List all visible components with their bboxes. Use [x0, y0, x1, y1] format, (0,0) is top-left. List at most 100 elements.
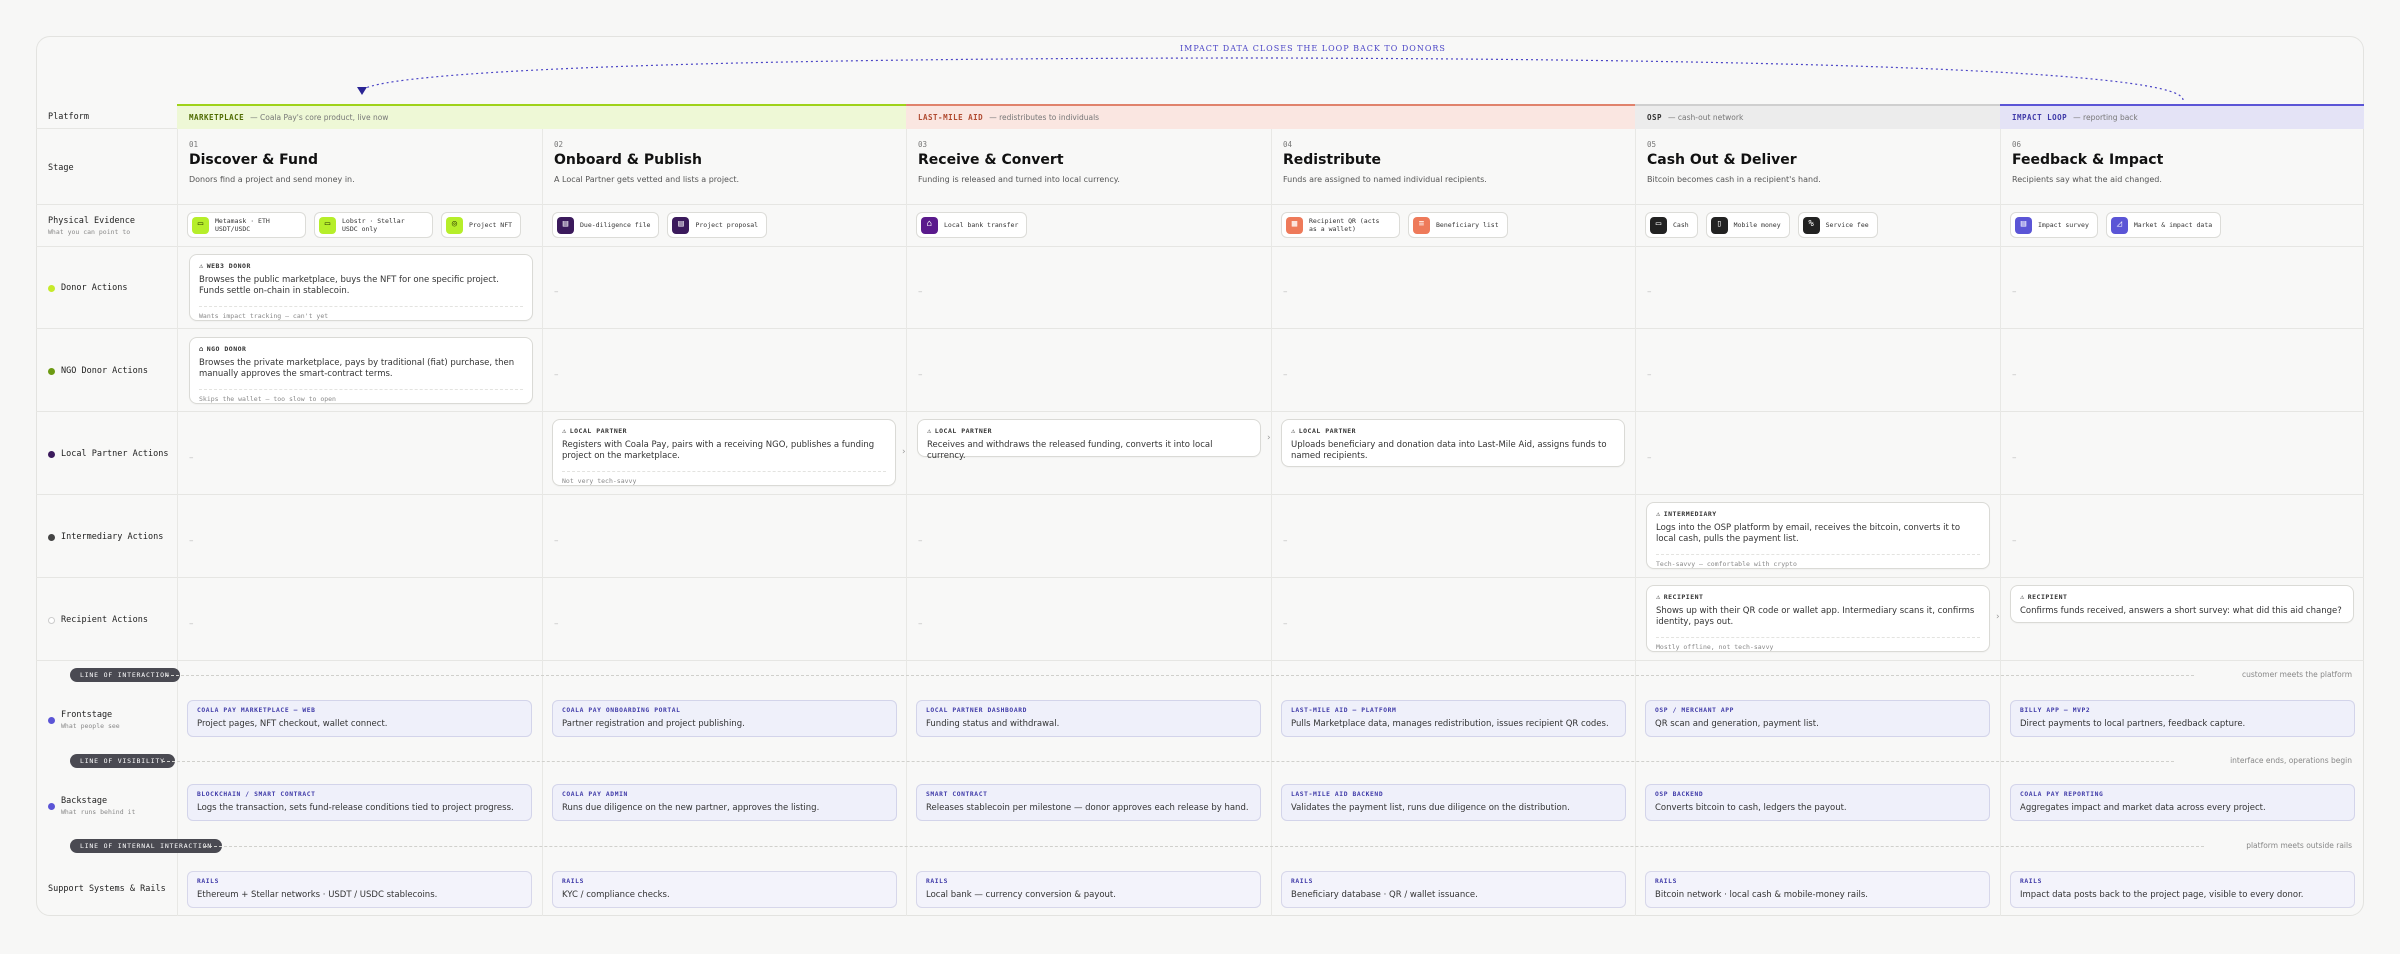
- card-local-partner-onboard[interactable]: ⚠ LOCAL PARTNER Registers with Coala Pay,…: [552, 419, 896, 486]
- evidence-label: Beneficiary list: [1436, 220, 1499, 229]
- empty-cell-marker: –: [554, 370, 559, 380]
- stage-title: Redistribute: [1283, 152, 1381, 168]
- support-card[interactable]: RAILS Bitcoin network · local cash & mobi…: [1645, 871, 1990, 908]
- person-icon: ⚠: [1291, 427, 1296, 435]
- empty-cell-marker: –: [1647, 370, 1652, 380]
- frontstage-card[interactable]: BILLY APP — MVP2 Direct payments to local…: [2010, 700, 2355, 737]
- card-intermediary[interactable]: ⚠ INTERMEDIARY Logs into the OSP platform…: [1646, 502, 1990, 569]
- evidence-chip[interactable]: ▤ Project proposal: [667, 212, 768, 238]
- line-of-internal-interaction: LINE OF INTERNAL INTERACTION platform me…: [36, 839, 2364, 855]
- backstage-card[interactable]: COALA PAY ADMIN Runs due diligence on the…: [552, 784, 897, 821]
- backstage-card[interactable]: BLOCKCHAIN / SMART CONTRACT Logs the tran…: [187, 784, 532, 821]
- evidence-label: Due-diligence file: [580, 220, 651, 229]
- row-label-frontstage: Frontstage What people see: [48, 710, 120, 730]
- platform-band-last-mile-aid: LAST-MILE AID — redistributes to individu…: [906, 104, 1635, 129]
- evidence-chip[interactable]: ◿ Market & impact data: [2105, 212, 2222, 238]
- empty-cell-marker: –: [1283, 619, 1288, 629]
- card-recipient-feedback[interactable]: ⚠ RECIPIENT Confirms funds received, answ…: [2010, 585, 2354, 623]
- row-label-donor: Donor Actions: [48, 283, 128, 293]
- evidence-chip[interactable]: ▤ Due-diligence file: [552, 212, 660, 238]
- backstage-card[interactable]: COALA PAY REPORTING Aggregates impact and…: [2010, 784, 2355, 821]
- stage-number: 04: [1283, 140, 1293, 149]
- frontstage-card[interactable]: COALA PAY ONBOARDING PORTAL Partner regis…: [552, 700, 897, 737]
- evidence-chip[interactable]: % Service fee: [1797, 212, 1878, 238]
- empty-cell-marker: –: [554, 619, 559, 629]
- evidence-chip[interactable]: ▭ Lobstr · Stellar USDC only: [314, 212, 433, 238]
- frontstage-card[interactable]: COALA PAY MARKETPLACE — WEB Project pages…: [187, 700, 532, 737]
- support-card[interactable]: RAILS Beneficiary database · QR / wallet …: [1281, 871, 1626, 908]
- evidence-chip[interactable]: ⌂ Local bank transfer: [916, 212, 1028, 238]
- stage-description: Donors find a project and send money in.: [189, 175, 355, 184]
- row-label-support: Support Systems & Rails: [48, 884, 166, 894]
- evidence-row: ▦ Recipient QR (acts as a wallet) ≡ Benefic…: [1281, 212, 1508, 238]
- stage-title: Receive & Convert: [918, 152, 1064, 168]
- line-of-internal-interaction-pill: LINE OF INTERNAL INTERACTION: [70, 839, 222, 853]
- system-body: Logs the transaction, sets fund-release …: [197, 803, 514, 813]
- phone-icon: ▯: [1710, 216, 1728, 234]
- stage-number: 03: [918, 140, 928, 149]
- system-heading: LOCAL PARTNER DASHBOARD: [926, 707, 1027, 714]
- system-heading: LAST-MILE AID — PLATFORM: [1291, 707, 1397, 714]
- card-ngo-donor[interactable]: ⌂ NGO DONOR Browses the private marketpla…: [189, 337, 533, 404]
- evidence-label: Mobile money: [1733, 220, 1781, 229]
- stage-title: Feedback & Impact: [2012, 152, 2164, 168]
- evidence-chip[interactable]: ▦ Recipient QR (acts as a wallet): [1281, 212, 1400, 238]
- backstage-card[interactable]: OSP BACKEND Converts bitcoin to cash, led…: [1645, 784, 1990, 821]
- cash-icon: ▭: [1650, 216, 1667, 234]
- grid-line: [36, 246, 2364, 247]
- system-heading: COALA PAY ADMIN: [562, 791, 628, 798]
- system-heading: COALA PAY REPORTING: [2020, 791, 2104, 798]
- evidence-chip[interactable]: ▭ Cash: [1645, 212, 1698, 238]
- support-card[interactable]: RAILS Impact data posts back to the proje…: [2010, 871, 2355, 908]
- backstage-card[interactable]: LAST-MILE AID BACKEND Validates the payme…: [1281, 784, 1626, 821]
- evidence-chip[interactable]: ▯ Mobile money: [1705, 212, 1790, 238]
- empty-cell-marker: –: [2012, 536, 2017, 546]
- frontstage-card[interactable]: LAST-MILE AID — PLATFORM Pulls Marketplac…: [1281, 700, 1626, 737]
- empty-cell-marker: –: [2012, 453, 2017, 463]
- frontstage-card[interactable]: OSP / MERCHANT APP QR scan and generation…: [1645, 700, 1990, 737]
- bank-icon: ⌂: [921, 216, 938, 234]
- row-label-platform: Platform: [48, 112, 89, 122]
- evidence-chip[interactable]: ▤ Impact survey: [2010, 212, 2098, 238]
- lane-dot: [48, 284, 55, 292]
- evidence-chip[interactable]: ◎ Project NFT: [441, 212, 522, 238]
- column-divider: [2000, 104, 2001, 916]
- support-card[interactable]: RAILS Ethereum + Stellar networks · USDT …: [187, 871, 532, 908]
- system-heading: COALA PAY MARKETPLACE — WEB: [197, 707, 316, 714]
- evidence-chip[interactable]: ≡ Beneficiary list: [1408, 212, 1508, 238]
- evidence-row: ▤ Impact survey ◿ Market & impact data: [2010, 212, 2222, 238]
- lane-dot: [48, 367, 55, 375]
- grid-line: [36, 328, 2364, 329]
- line-note: platform meets outside rails: [2246, 841, 2352, 850]
- grid-line: [36, 660, 2364, 661]
- row-label-recipient: Recipient Actions: [48, 615, 148, 625]
- card-local-partner-redistribute[interactable]: ⚠ LOCAL PARTNER Uploads beneficiary and d…: [1281, 419, 1625, 467]
- row-label-intermediary: Intermediary Actions: [48, 532, 163, 542]
- wallet-icon: ▭: [192, 216, 209, 234]
- stage-number: 01: [189, 140, 199, 149]
- line-note: interface ends, operations begin: [2230, 756, 2352, 765]
- stage-title: Cash Out & Deliver: [1647, 152, 1797, 168]
- system-heading: LAST-MILE AID BACKEND: [1291, 791, 1384, 798]
- evidence-chip[interactable]: ▭ Metamask · ETH USDT/USDC: [187, 212, 306, 238]
- grid-line: [36, 204, 2364, 205]
- lane-dot: [48, 450, 55, 458]
- support-card[interactable]: RAILS KYC / compliance checks.: [552, 871, 897, 908]
- empty-cell-marker: –: [1283, 536, 1288, 546]
- card-local-partner-receive[interactable]: ⚠ LOCAL PARTNER Receives and withdraws th…: [917, 419, 1261, 461]
- system-body: Pulls Marketplace data, manages redistri…: [1291, 719, 1609, 729]
- system-body: Project pages, NFT checkout, wallet conn…: [197, 719, 388, 729]
- lane-dot: [48, 616, 55, 624]
- system-heading: SMART CONTRACT: [926, 791, 988, 798]
- card-recipient-cashout[interactable]: ⚠ RECIPIENT Shows up with their QR code o…: [1646, 585, 1990, 652]
- person-icon: ⚠: [927, 427, 932, 435]
- empty-cell-marker: –: [918, 370, 923, 380]
- card-web3-donor[interactable]: ⚠ WEB3 DONOR Browses the public marketpla…: [189, 254, 533, 321]
- stage-4: 04 Redistribute Funds are assigned to na…: [1283, 140, 1623, 186]
- empty-cell-marker: –: [1283, 287, 1288, 297]
- evidence-label: Service fee: [1825, 220, 1869, 229]
- column-divider: [1635, 104, 1636, 916]
- support-card[interactable]: RAILS Local bank — currency conversion & …: [916, 871, 1261, 908]
- backstage-card[interactable]: SMART CONTRACT Releases stablecoin per mi…: [916, 784, 1261, 821]
- frontstage-card[interactable]: LOCAL PARTNER DASHBOARD Funding status an…: [916, 700, 1261, 737]
